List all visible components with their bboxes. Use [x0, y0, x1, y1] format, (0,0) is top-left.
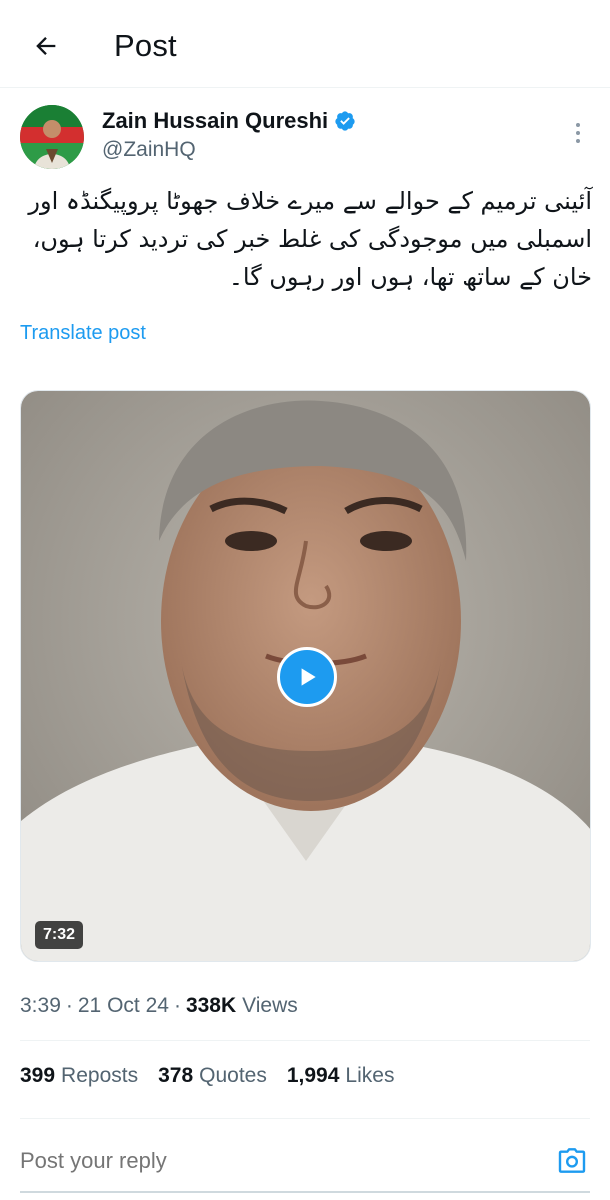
avatar-image: [20, 105, 84, 169]
play-button[interactable]: [277, 647, 337, 707]
views-label: Views: [242, 994, 298, 1017]
quotes-count: 378: [158, 1064, 194, 1087]
meta-separator: ·: [65, 994, 73, 1017]
more-dot: [576, 131, 580, 135]
video-duration-badge: 7:32: [35, 921, 84, 949]
reposts-count: 399: [20, 1064, 56, 1087]
divider: [20, 1040, 590, 1041]
engagement-stats: 399 Reposts 378 Quotes 1,994 Likes: [20, 1064, 394, 1088]
post-text: آئینی ترمیم کے حوالے سے میرے خلاف جھوٹا …: [28, 187, 592, 291]
video-player[interactable]: 7:32: [20, 390, 591, 962]
page-title: Post: [114, 28, 177, 63]
author-name-row: Zain Hussain Qureshi: [102, 108, 356, 134]
author-handle[interactable]: @ZainHQ: [102, 138, 196, 162]
arrow-left-icon: [36, 37, 56, 55]
play-icon: [301, 668, 316, 686]
likes-label: Likes: [345, 1064, 395, 1087]
reply-underline: [20, 1191, 590, 1193]
meta-separator: ·: [173, 994, 181, 1017]
post-date[interactable]: 21 Oct 24: [78, 994, 169, 1018]
camera-icon: [558, 1148, 586, 1173]
post-time[interactable]: 3:39: [20, 994, 61, 1018]
back-button[interactable]: [26, 26, 66, 66]
camera-button[interactable]: [555, 1144, 589, 1178]
more-dot: [576, 139, 580, 143]
likes-stat[interactable]: 1,994 Likes: [287, 1064, 395, 1088]
reposts-label: Reposts: [61, 1064, 139, 1087]
post-meta: 3:39 · 21 Oct 24 · 338K Views: [20, 994, 298, 1018]
reposts-stat[interactable]: 399 Reposts: [20, 1064, 138, 1088]
reply-input[interactable]: [20, 1148, 520, 1174]
translate-post-link[interactable]: Translate post: [20, 322, 146, 345]
more-options-button[interactable]: [566, 118, 590, 148]
likes-count: 1,994: [286, 1064, 340, 1087]
quotes-label: Quotes: [199, 1064, 267, 1087]
divider: [20, 1118, 590, 1119]
views-count: 338K: [185, 994, 237, 1017]
verified-badge-icon: [335, 111, 355, 131]
quotes-stat[interactable]: 378 Quotes: [158, 1064, 267, 1088]
top-bar: Post: [0, 0, 610, 88]
more-dot: [576, 123, 580, 127]
author-display-name[interactable]: Zain Hussain Qureshi: [102, 108, 328, 134]
avatar[interactable]: [20, 105, 84, 169]
